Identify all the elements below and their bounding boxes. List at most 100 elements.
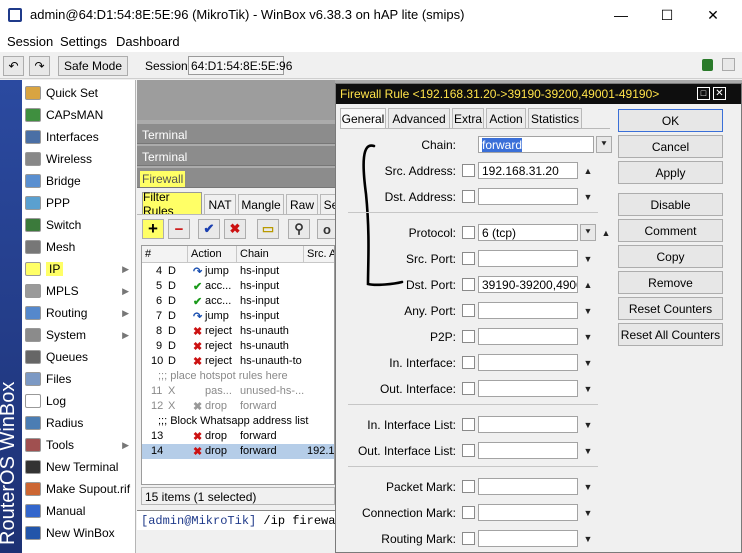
chain-dropdown-icon[interactable]: ⯆ [596,136,612,153]
redo-button[interactable]: ↷ [29,56,50,76]
comment-row[interactable]: ;;; Block Whatsapp address list [142,414,334,429]
firewall-window-title[interactable]: Firewall [137,168,342,188]
table-row[interactable]: 6 D ✔ acc... hs-input [142,294,334,309]
sidebar-item-wireless[interactable]: Wireless [22,148,135,170]
src-port-invert-checkbox[interactable] [462,252,475,265]
in-interface-list-field[interactable] [478,416,578,433]
terminal-window-1[interactable]: Terminal [137,124,342,144]
tab-nat[interactable]: NAT [204,194,236,214]
column-header-number[interactable]: # [142,246,188,263]
disable-rule-button[interactable]: ✖ [224,219,246,239]
out-interface-list-field[interactable] [478,442,578,459]
p2p-dropdown-icon[interactable]: ▼ [580,328,596,345]
src-address-dropdown-icon[interactable]: ▲ [580,162,596,179]
table-row[interactable]: 8 D ✖ reject hs-unauth [142,324,334,339]
safe-mode-button[interactable]: Safe Mode [58,56,128,76]
undo-button[interactable]: ↶ [3,56,24,76]
reset-counters-button[interactable]: Reset Counters [618,297,723,320]
column-header-chain[interactable]: Chain [237,246,304,263]
table-row[interactable]: 13 ✖ drop forward [142,429,334,444]
packet-mark-invert-checkbox[interactable] [462,480,475,493]
minimize-button[interactable]: — [598,0,644,30]
packet-mark-field[interactable] [478,478,578,495]
sidebar-item-ip[interactable]: IP ▶ [22,258,135,280]
table-row[interactable]: 12 X ✖ drop forward [142,399,334,414]
in-interface-list-dropdown-icon[interactable]: ▼ [580,416,596,433]
p2p-field[interactable] [478,328,578,345]
out-interface-invert-checkbox[interactable] [462,382,475,395]
tab-mangle[interactable]: Mangle [238,194,284,214]
sidebar-item-queues[interactable]: Queues [22,346,135,368]
reset-counters-button[interactable]: o [317,219,337,239]
protocol-dropdown-icon[interactable]: ⯆ [580,224,596,241]
src-address-field[interactable]: 192.168.31.20 [478,162,578,179]
table-row[interactable]: 11 Xpas... unused-hs-... [142,384,334,399]
table-row[interactable]: 7 D ↷ jump hs-input [142,309,334,324]
comment-row[interactable]: ;;; place hotspot rules here [142,369,334,384]
remove-rule-button[interactable]: − [168,219,190,239]
out-interface-list-invert-checkbox[interactable] [462,444,475,457]
packet-mark-dropdown-icon[interactable]: ▼ [580,478,596,495]
dst-port-invert-checkbox[interactable] [462,278,475,291]
apply-button[interactable]: Apply [618,161,723,184]
tab-raw[interactable]: Raw [286,194,318,214]
table-row[interactable]: 5 D ✔ acc... hs-input [142,279,334,294]
column-header-action[interactable]: Action [188,246,237,263]
table-row[interactable]: 9 D ✖ reject hs-unauth [142,339,334,354]
in-interface-list-invert-checkbox[interactable] [462,418,475,431]
cancel-button[interactable]: Cancel [618,135,723,158]
sidebar-item-interfaces[interactable]: Interfaces [22,126,135,148]
sidebar-item-bridge[interactable]: Bridge [22,170,135,192]
any-port-dropdown-icon[interactable]: ▼ [580,302,596,319]
sidebar-item-mesh[interactable]: Mesh [22,236,135,258]
tab-action[interactable]: Action [486,108,526,129]
sidebar-item-files[interactable]: Files [22,368,135,390]
tab-statistics[interactable]: Statistics [528,108,582,129]
sidebar-item-new-winbox[interactable]: New WinBox [22,522,135,544]
terminal-window-2[interactable]: Terminal [137,146,342,166]
protocol-invert-checkbox[interactable] [462,226,475,239]
maximize-button[interactable]: ☐ [644,0,690,30]
routing-mark-dropdown-icon[interactable]: ▼ [580,530,596,547]
reset-all-counters-button[interactable]: Reset All Counters [618,323,723,346]
in-interface-invert-checkbox[interactable] [462,356,475,369]
p2p-invert-checkbox[interactable] [462,330,475,343]
remove-button[interactable]: Remove [618,271,723,294]
out-interface-dropdown-icon[interactable]: ▼ [580,380,596,397]
menu-settings[interactable]: Settings [60,34,107,49]
connection-mark-dropdown-icon[interactable]: ▼ [580,504,596,521]
connection-mark-field[interactable] [478,504,578,521]
any-port-invert-checkbox[interactable] [462,304,475,317]
sidebar-item-mpls[interactable]: MPLS ▶ [22,280,135,302]
protocol-field[interactable]: 6 (tcp) [478,224,578,241]
sidebar-item-ppp[interactable]: PPP [22,192,135,214]
sidebar-item-capsman[interactable]: CAPsMAN [22,104,135,126]
dst-port-dropdown-icon[interactable]: ▲ [580,276,596,293]
in-interface-field[interactable] [478,354,578,371]
disable-button[interactable]: Disable [618,193,723,216]
enable-rule-button[interactable]: ✔ [198,219,220,239]
comment-button[interactable]: ▭ [257,219,279,239]
chain-field[interactable]: forward [478,136,594,153]
connection-mark-invert-checkbox[interactable] [462,506,475,519]
any-port-field[interactable] [478,302,578,319]
src-address-invert-checkbox[interactable] [462,164,475,177]
out-interface-field[interactable] [478,380,578,397]
out-interface-list-dropdown-icon[interactable]: ▼ [580,442,596,459]
sidebar-item-tools[interactable]: Tools ▶ [22,434,135,456]
dst-port-field[interactable]: 39190-39200,49001- [478,276,578,293]
src-port-dropdown-icon[interactable]: ▼ [580,250,596,267]
dialog-maximize-icon[interactable]: □ [697,87,710,100]
column-header-src[interactable]: Src. A [304,246,334,263]
sidebar-item-make-supout-rif[interactable]: Make Supout.rif [22,478,135,500]
dst-address-invert-checkbox[interactable] [462,190,475,203]
tab-extra[interactable]: Extra [452,108,484,129]
routing-mark-invert-checkbox[interactable] [462,532,475,545]
routing-mark-field[interactable] [478,530,578,547]
sidebar-item-quick-set[interactable]: Quick Set [22,82,135,104]
sidebar-item-system[interactable]: System ▶ [22,324,135,346]
sidebar-item-manual[interactable]: Manual [22,500,135,522]
sidebar-item-radius[interactable]: Radius [22,412,135,434]
table-row[interactable]: 10 D ✖ reject hs-unauth-to [142,354,334,369]
tab-general[interactable]: General [340,108,386,129]
